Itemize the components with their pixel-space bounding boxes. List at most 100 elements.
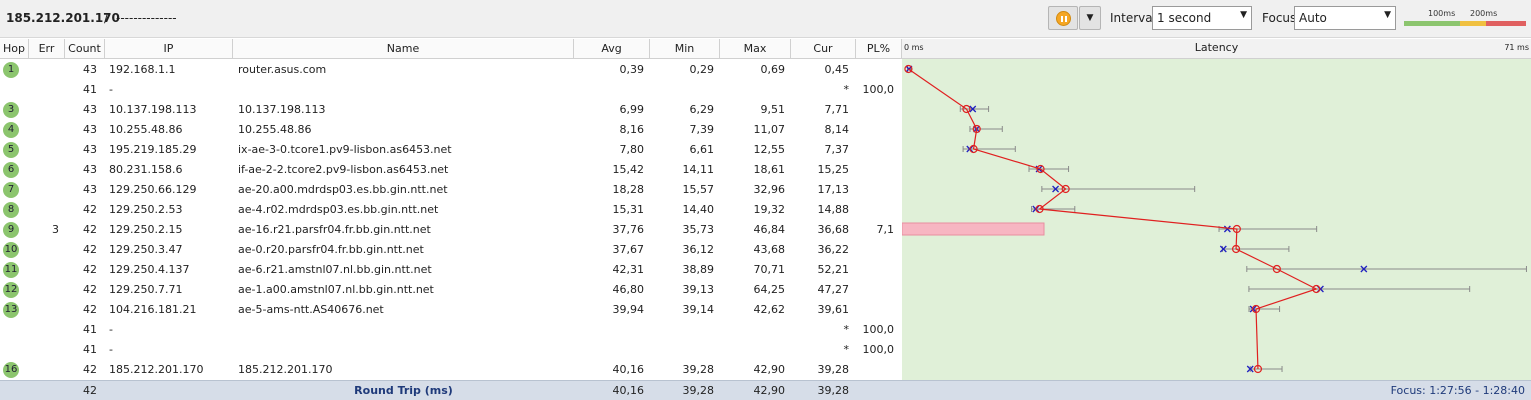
cell-min: 35,73 bbox=[682, 223, 715, 236]
cell-min: 38,89 bbox=[682, 263, 715, 276]
cell-max bbox=[720, 80, 785, 100]
hop-badge: 3 bbox=[3, 102, 19, 118]
table-row[interactable]: 9 3 42 129.250.2.15 ae-16.r21.parsfr04.fr.bb… bbox=[0, 220, 902, 240]
cell-name: ae-20.a00.mdrdsp03.es.bb.gin.ntt.net bbox=[238, 183, 448, 196]
col-ip[interactable]: IP bbox=[105, 39, 233, 59]
cell-max: 43,68 bbox=[753, 243, 786, 256]
col-count[interactable]: Count bbox=[65, 39, 105, 59]
cell-err: 3 bbox=[52, 223, 59, 236]
cell-pl bbox=[856, 300, 894, 320]
cell-pl: 100,0 bbox=[862, 323, 895, 336]
table-row[interactable]: 10 42 129.250.3.47 ae-0.r20.parsfr04.fr.bb.… bbox=[0, 240, 902, 260]
options-dropdown-button[interactable]: ▼ bbox=[1079, 6, 1101, 30]
col-min[interactable]: Min bbox=[650, 39, 720, 59]
cell-ip: 129.250.7.71 bbox=[109, 283, 183, 296]
interval-select[interactable]: 1 second ▼ bbox=[1152, 6, 1252, 30]
table-row[interactable]: 7 43 129.250.66.129 ae-20.a00.mdrdsp03.es.b… bbox=[0, 180, 902, 200]
cell-min: 14,11 bbox=[682, 163, 715, 176]
cell-name: 185.212.201.170 bbox=[238, 363, 333, 376]
cell-name: router.asus.com bbox=[238, 63, 327, 76]
cell-count: 43 bbox=[83, 143, 97, 156]
cell-ip: 10.137.198.113 bbox=[109, 103, 197, 116]
col-cur[interactable]: Cur bbox=[791, 39, 856, 59]
table-row[interactable]: 16 42 185.212.201.170 185.212.201.170 40,16 3… bbox=[0, 360, 902, 380]
avg-latency-line bbox=[908, 68, 1318, 370]
col-avg[interactable]: Avg bbox=[574, 39, 650, 59]
pause-button[interactable] bbox=[1048, 6, 1078, 30]
cell-cur: 39,61 bbox=[817, 303, 850, 316]
cell-avg bbox=[574, 80, 644, 100]
cell-min: 39,13 bbox=[682, 283, 715, 296]
latency-max-label: 71 ms bbox=[1504, 43, 1529, 52]
table-row[interactable]: 8 42 129.250.2.53 ae-4.r02.mdrdsp03.es.bb.g… bbox=[0, 200, 902, 220]
hop-badge: 9 bbox=[3, 222, 19, 238]
col-max[interactable]: Max bbox=[720, 39, 791, 59]
table-row[interactable]: 5 43 195.219.185.29 ix-ae-3-0.tcore1.pv9-li… bbox=[0, 140, 902, 160]
cell-cur: 36,68 bbox=[817, 223, 850, 236]
cell-max: 42,62 bbox=[753, 303, 786, 316]
focus-range: Focus: 1:27:56 - 1:28:40 bbox=[1390, 384, 1525, 397]
cell-max: 42,90 bbox=[753, 363, 786, 376]
table-row[interactable]: 41- * 100,0 bbox=[0, 80, 902, 100]
cell-max: 0,69 bbox=[760, 63, 786, 76]
focus-select[interactable]: Auto ▼ bbox=[1294, 6, 1396, 30]
cell-avg: 46,80 bbox=[612, 283, 645, 296]
table-row[interactable]: 12 42 129.250.7.71 ae-1.a00.amstnl07.nl.bb.… bbox=[0, 280, 902, 300]
cell-ip: 129.250.2.53 bbox=[109, 203, 183, 216]
cell-pl: 7,1 bbox=[876, 223, 895, 236]
focus-label: Focus bbox=[1262, 11, 1297, 25]
table-row[interactable]: 3 43 10.137.198.113 10.137.198.113 6,99 6,29 9… bbox=[0, 100, 902, 120]
cell-cur: 14,88 bbox=[817, 203, 850, 216]
cell-cur: 47,27 bbox=[817, 283, 850, 296]
table-row[interactable]: 41- * 100,0 bbox=[0, 340, 902, 360]
focus-value: Auto bbox=[1299, 11, 1327, 25]
column-header: Hop Err Count IP Name Avg Min Max Cur PL… bbox=[0, 39, 902, 59]
cell-max: 18,61 bbox=[753, 163, 786, 176]
col-hop[interactable]: Hop bbox=[0, 39, 29, 59]
cell-count: 42 bbox=[83, 363, 97, 376]
table-row[interactable]: 1 43 192.168.1.1 router.asus.com 0,39 0,29 0,6… bbox=[0, 60, 902, 80]
target-name: -------------- bbox=[116, 11, 177, 25]
cell-err bbox=[29, 100, 59, 120]
cell-count: 42 bbox=[83, 223, 97, 236]
cell-pl bbox=[856, 360, 894, 380]
cell-pl bbox=[856, 200, 894, 220]
cell-avg: 40,16 bbox=[612, 363, 645, 376]
table-row[interactable]: 4 43 10.255.48.86 10.255.48.86 8,16 7,39 11,07… bbox=[0, 120, 902, 140]
cell-cur: 17,13 bbox=[817, 183, 850, 196]
hop-badge: 10 bbox=[3, 242, 19, 258]
cell-name: ae-0.r20.parsfr04.fr.bb.gin.ntt.net bbox=[238, 243, 424, 256]
table-row[interactable]: 41- * 100,0 bbox=[0, 320, 902, 340]
cell-err bbox=[29, 180, 59, 200]
scale-warn-segment bbox=[1460, 21, 1486, 26]
scale-100-label: 100ms bbox=[1428, 9, 1456, 18]
col-err[interactable]: Err bbox=[29, 39, 65, 59]
footer-label: Round Trip (ms) bbox=[354, 384, 453, 397]
table-row[interactable]: 13 42 104.216.181.21 ae-5-ams-ntt.AS40676.n… bbox=[0, 300, 902, 320]
hop-badge: 11 bbox=[3, 262, 19, 278]
cell-count: 41 bbox=[83, 83, 97, 96]
cell-avg bbox=[574, 320, 644, 340]
cell-cur: * bbox=[843, 83, 850, 96]
footer-max: 42,90 bbox=[753, 384, 786, 397]
footer-min: 39,28 bbox=[682, 384, 715, 397]
hop-badge: 1 bbox=[3, 62, 19, 78]
interval-label: Interval bbox=[1110, 11, 1156, 25]
cell-count: 42 bbox=[83, 243, 97, 256]
cell-err bbox=[29, 200, 59, 220]
cell-cur: 15,25 bbox=[817, 163, 850, 176]
cell-ip: 129.250.3.47 bbox=[109, 243, 183, 256]
cell-count: 42 bbox=[83, 303, 97, 316]
cell-cur: 7,37 bbox=[824, 143, 850, 156]
cell-count: 42 bbox=[83, 203, 97, 216]
col-name[interactable]: Name bbox=[233, 39, 574, 59]
cell-avg: 37,67 bbox=[612, 243, 645, 256]
footer-count: 42 bbox=[83, 384, 97, 397]
cell-err bbox=[29, 160, 59, 180]
cell-err bbox=[29, 260, 59, 280]
pause-icon bbox=[1056, 11, 1071, 26]
cell-name: 10.255.48.86 bbox=[238, 123, 312, 136]
table-row[interactable]: 6 43 80.231.158.6 if-ae-2-2.tcore2.pv9-lisb… bbox=[0, 160, 902, 180]
table-row[interactable]: 11 42 129.250.4.137 ae-6.r21.amstnl07.nl.bb… bbox=[0, 260, 902, 280]
col-pl[interactable]: PL% bbox=[856, 39, 902, 59]
